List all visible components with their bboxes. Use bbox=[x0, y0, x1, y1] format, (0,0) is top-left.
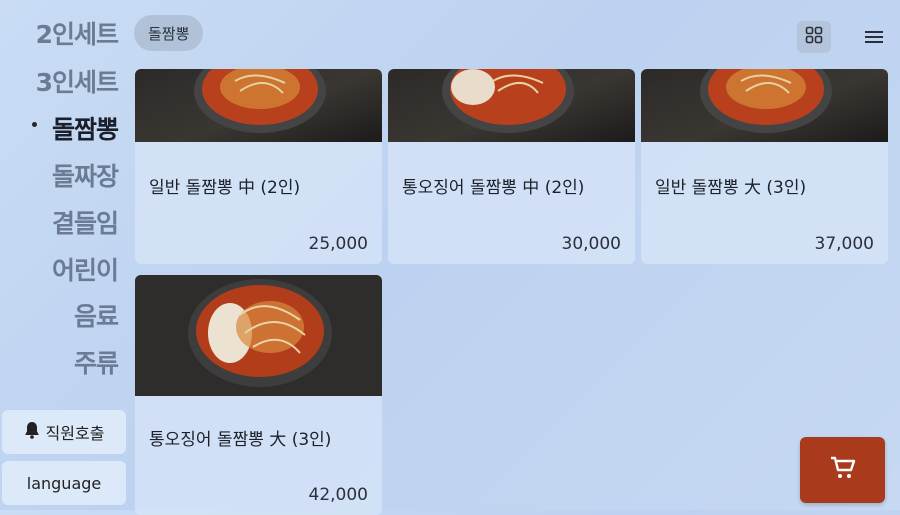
menu-item-price: 37,000 bbox=[814, 234, 874, 254]
menu-item-price: 42,000 bbox=[308, 485, 368, 505]
category-alcohol[interactable]: 주류 bbox=[74, 344, 119, 380]
active-category-dot bbox=[32, 122, 37, 127]
category-sidebar: 2인세트 3인세트 돌짬뽕 돌짜장 곁들임 어린이 음료 주류 직원호출 lan… bbox=[0, 0, 130, 510]
menu-item-photo bbox=[388, 69, 635, 142]
hamburger-menu-button[interactable] bbox=[862, 25, 886, 49]
menu-item-photo bbox=[641, 69, 888, 142]
category-kids[interactable]: 어린이 bbox=[52, 251, 119, 287]
grid-view-icon bbox=[805, 26, 823, 48]
category-3-person-set[interactable]: 3인세트 bbox=[36, 63, 119, 99]
menu-item-card[interactable]: 통오징어 돌짬뽕 大 (3인) 42,000 bbox=[135, 275, 382, 515]
menu-item-price: 25,000 bbox=[308, 234, 368, 254]
category-side-dishes[interactable]: 곁들임 bbox=[52, 204, 119, 240]
grid-view-button[interactable] bbox=[797, 21, 831, 53]
hamburger-menu-icon bbox=[862, 31, 886, 53]
category-drinks[interactable]: 음료 bbox=[74, 297, 119, 333]
category-stone-jjamppong[interactable]: 돌짬뽕 bbox=[52, 110, 119, 146]
active-category-chip[interactable]: 돌짬뽕 bbox=[134, 15, 204, 51]
staff-call-label: 직원호출 bbox=[45, 424, 105, 443]
menu-item-photo bbox=[135, 275, 382, 396]
menu-item-name: 통오징어 돌짬뽕 中 (2인) bbox=[402, 178, 585, 198]
staff-call-button[interactable]: 직원호출 bbox=[2, 410, 126, 454]
menu-item-name: 일반 돌짬뽕 中 (2인) bbox=[149, 178, 301, 198]
category-stone-jjajang[interactable]: 돌짜장 bbox=[52, 157, 119, 193]
bell-icon bbox=[24, 421, 40, 443]
menu-item-price: 30,000 bbox=[561, 234, 621, 254]
cart-button[interactable] bbox=[800, 437, 885, 503]
menu-item-name: 일반 돌짬뽕 大 (3인) bbox=[655, 178, 807, 198]
menu-item-card[interactable]: 일반 돌짬뽕 中 (2인) 25,000 bbox=[135, 69, 382, 264]
menu-item-card[interactable]: 일반 돌짬뽕 大 (3인) 37,000 bbox=[641, 69, 888, 264]
menu-item-card[interactable]: 통오징어 돌짬뽕 中 (2인) 30,000 bbox=[388, 69, 635, 264]
menu-item-photo bbox=[135, 69, 382, 142]
category-2-person-set[interactable]: 2인세트 bbox=[36, 15, 119, 51]
cart-icon bbox=[830, 456, 856, 484]
language-button[interactable]: language bbox=[2, 461, 126, 505]
menu-item-name: 통오징어 돌짬뽕 大 (3인) bbox=[149, 430, 332, 450]
